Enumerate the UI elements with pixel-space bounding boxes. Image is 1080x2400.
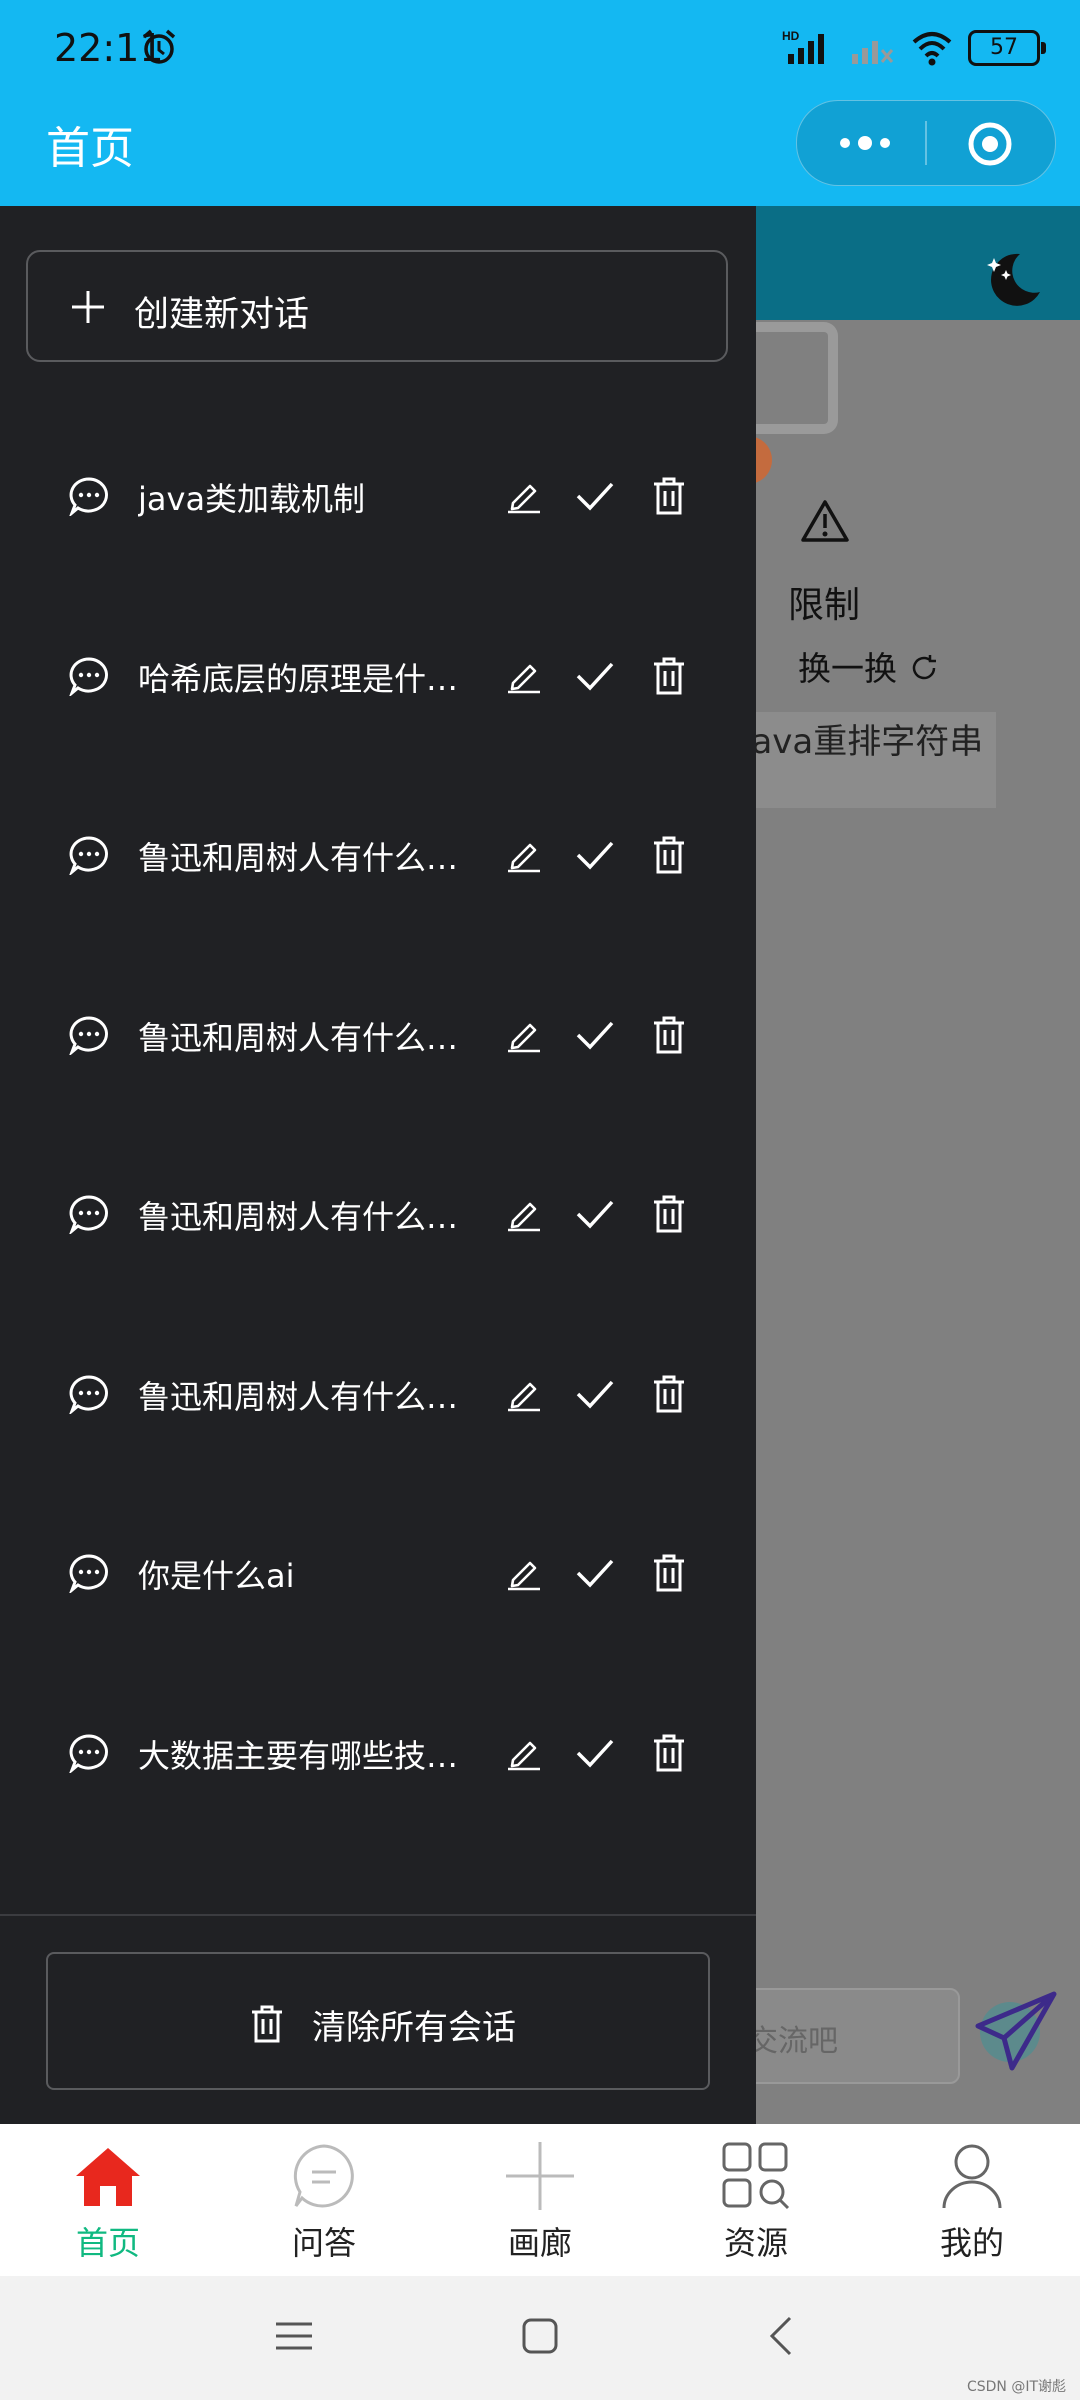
trash-icon[interactable]: [652, 1194, 686, 1234]
conversation-item[interactable]: java类加载机制: [0, 436, 756, 556]
tab-qa[interactable]: 问答: [216, 2124, 432, 2276]
limit-text: 限制: [788, 585, 861, 626]
grid-search-icon: [722, 2142, 790, 2210]
refresh-label: 换一换: [798, 649, 897, 688]
battery-indicator: 57: [968, 30, 1046, 66]
check-icon[interactable]: [574, 478, 616, 514]
chat-bubble-icon: [69, 1195, 108, 1234]
check-icon[interactable]: [574, 1735, 616, 1771]
tab-label: 画廊: [507, 2224, 572, 2262]
refresh-button[interactable]: 换一换: [798, 642, 940, 690]
chat-bubble-icon: [69, 1374, 108, 1414]
conversation-item[interactable]: 鲁迅和周树人有什么…: [0, 795, 756, 915]
watermark: CSDN @IT谢彪: [966, 2379, 1066, 2395]
tab-resources[interactable]: 资源: [648, 2124, 864, 2276]
trash-icon[interactable]: [652, 656, 686, 696]
trash-icon[interactable]: [652, 1733, 686, 1773]
check-icon[interactable]: [574, 837, 616, 873]
close-target-icon[interactable]: [967, 121, 1013, 167]
chat-bubble-icon: [69, 1733, 108, 1773]
system-nav-bar: [0, 2276, 1080, 2400]
conversation-title: 鲁迅和周树人有什么…: [138, 1198, 458, 1236]
chat-bubble-icon: [69, 656, 108, 696]
conversation-title: 鲁迅和周树人有什么…: [138, 1377, 458, 1416]
edit-icon[interactable]: [506, 1017, 542, 1053]
wifi-icon: [912, 32, 952, 66]
tab-label: 首页: [75, 2224, 140, 2262]
capsule-divider: [925, 121, 927, 165]
conversation-title: 大数据主要有哪些技…: [138, 1736, 458, 1775]
conversation-item[interactable]: 你是什么ai: [0, 1513, 756, 1633]
send-icon[interactable]: [970, 1986, 1060, 2076]
conversation-title: java类加载机制: [138, 480, 366, 518]
edit-icon[interactable]: [506, 478, 542, 514]
trash-icon[interactable]: [652, 835, 686, 875]
chat-bubble-icon: [69, 1554, 108, 1593]
moon-icon[interactable]: [980, 248, 1044, 312]
message-input-placeholder: 交流吧: [748, 2024, 838, 2059]
home-icon: [76, 2148, 140, 2206]
page-title: 首页: [46, 123, 134, 174]
tab-label: 我的: [939, 2224, 1004, 2262]
menu-icon[interactable]: [274, 2316, 314, 2356]
tab-gallery[interactable]: 画廊: [432, 2124, 648, 2276]
conversation-item[interactable]: 鲁迅和周树人有什么…: [0, 975, 756, 1095]
chat-bubble-icon: [69, 477, 108, 516]
edit-icon[interactable]: [506, 837, 542, 873]
trash-icon: [252, 2005, 282, 2043]
conversation-drawer: 创建新对话 java类加载机制哈希底层的原理是什… 鲁迅和周树人有什么… 鲁迅和周树…: [0, 206, 756, 2124]
status-icons: HD 57: [782, 26, 1046, 70]
signal-icon: HD: [782, 29, 824, 64]
chat-bubble-icon: [293, 2144, 354, 2208]
bottom-tab-bar: 首页 问答 画廊 资源 我的: [0, 2124, 1080, 2276]
more-icon[interactable]: [835, 123, 895, 163]
signal-x-icon: [852, 41, 894, 64]
refresh-icon: [912, 655, 936, 680]
svg-text:HD: HD: [782, 29, 800, 43]
plus-icon: [506, 2142, 574, 2210]
edit-icon[interactable]: [506, 1196, 542, 1232]
trash-icon[interactable]: [652, 1553, 686, 1593]
conversation-title: 哈希底层的原理是什…: [138, 659, 458, 698]
check-icon[interactable]: [574, 1555, 616, 1591]
edit-icon[interactable]: [506, 1555, 542, 1591]
edit-icon[interactable]: [506, 658, 542, 694]
check-icon[interactable]: [574, 1376, 616, 1412]
edit-icon[interactable]: [506, 1376, 542, 1412]
check-icon[interactable]: [574, 1196, 616, 1232]
miniprogram-capsule: [796, 100, 1056, 186]
alarm-icon: [142, 29, 176, 64]
tab-label: 资源: [723, 2224, 788, 2262]
plus-icon: [72, 291, 104, 323]
new-chat-label: 创建新对话: [134, 295, 310, 335]
drawer-divider: [0, 1914, 756, 1916]
conversation-item[interactable]: 大数据主要有哪些技…: [0, 1693, 756, 1813]
tab-home[interactable]: 首页: [0, 2124, 216, 2276]
trash-icon[interactable]: [652, 1374, 686, 1414]
new-chat-button[interactable]: 创建新对话: [26, 250, 728, 362]
check-icon[interactable]: [574, 658, 616, 694]
clear-all-button[interactable]: 清除所有会话: [46, 1952, 710, 2090]
back-icon[interactable]: [766, 2314, 796, 2358]
tab-profile[interactable]: 我的: [864, 2124, 1080, 2276]
chat-bubble-icon: [69, 1015, 108, 1055]
example-text: java重排字符串: [742, 722, 984, 762]
chat-bubble-icon: [69, 836, 108, 875]
conversation-title: 你是什么ai: [138, 1557, 295, 1595]
trash-icon[interactable]: [652, 476, 686, 516]
background-card: [756, 322, 838, 434]
warning-icon: [801, 500, 849, 542]
edit-icon[interactable]: [506, 1735, 542, 1771]
tab-label: 问答: [291, 2224, 356, 2262]
conversation-title: 鲁迅和周树人有什么…: [138, 839, 458, 877]
conversation-item[interactable]: 鲁迅和周树人有什么…: [0, 1334, 756, 1454]
conversation-title: 鲁迅和周树人有什么…: [138, 1018, 458, 1057]
conversation-item[interactable]: 鲁迅和周树人有什么…: [0, 1154, 756, 1274]
check-icon[interactable]: [574, 1017, 616, 1053]
home-square-icon[interactable]: [520, 2316, 560, 2356]
clear-all-label: 清除所有会话: [312, 2008, 516, 2048]
conversation-item[interactable]: 哈希底层的原理是什…: [0, 616, 756, 736]
trash-icon[interactable]: [652, 1015, 686, 1055]
person-icon: [942, 2144, 1002, 2209]
